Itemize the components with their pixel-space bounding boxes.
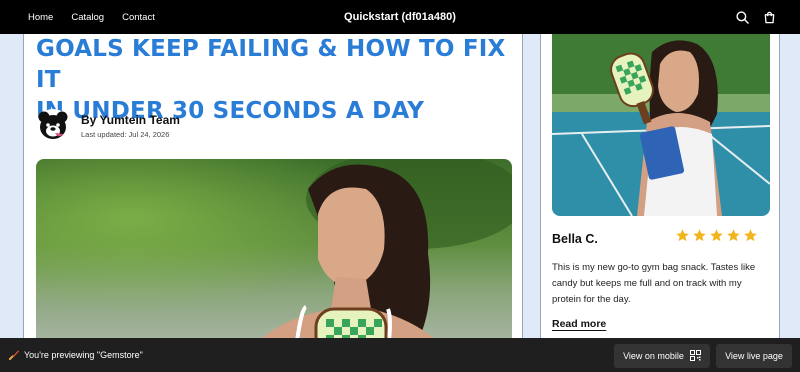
last-updated: Last updated: Jul 24, 2026: [81, 130, 170, 139]
preview-message: You're previewing "Gemstore": [24, 350, 143, 360]
star-icon: [676, 229, 689, 242]
view-on-mobile-button[interactable]: View on mobile: [614, 344, 710, 368]
star-icon: [744, 229, 757, 242]
article-card: GOALS KEEP FAILING & HOW TO FIX IT IN UN…: [23, 34, 523, 338]
bear-logo-avatar: [36, 109, 70, 143]
search-icon[interactable]: [736, 10, 749, 24]
paddle-graphic: [314, 307, 388, 338]
cart-icon[interactable]: [763, 11, 776, 24]
reviewer-name: Bella C.: [552, 232, 598, 246]
star-icon: [710, 229, 723, 242]
review-photo: [552, 34, 770, 216]
top-nav-bar: Home Catalog Contact Quickstart (df01a48…: [0, 0, 800, 34]
nav-link-catalog[interactable]: Catalog: [71, 12, 104, 23]
preview-bar: You're previewing "Gemstore" View on mob…: [0, 338, 800, 372]
nav-link-contact[interactable]: Contact: [122, 12, 155, 23]
hero-image: [36, 159, 512, 338]
review-text: This is my new go-to gym bag snack. Tast…: [552, 262, 756, 305]
review-card: Bella C. This is my new go-to gym bag sn…: [540, 34, 780, 338]
nav-link-home[interactable]: Home: [28, 12, 53, 23]
qr-code-icon: [689, 349, 701, 363]
view-on-mobile-label: View on mobile: [623, 351, 684, 361]
read-more-link[interactable]: Read more: [552, 318, 606, 330]
nav-links: Home Catalog Contact: [28, 0, 155, 34]
paint-brush-icon: [8, 349, 20, 362]
headline-line-1: GOALS KEEP FAILING & HOW TO FIX IT: [36, 36, 506, 93]
star-rating: [675, 228, 758, 243]
star-icon: [693, 229, 706, 242]
author-row: By Yumtein Team Last updated: Jul 24, 20…: [36, 108, 180, 144]
author-name: By Yumtein Team: [81, 113, 180, 127]
star-icon: [727, 229, 740, 242]
view-live-page-button[interactable]: View live page: [716, 344, 792, 368]
